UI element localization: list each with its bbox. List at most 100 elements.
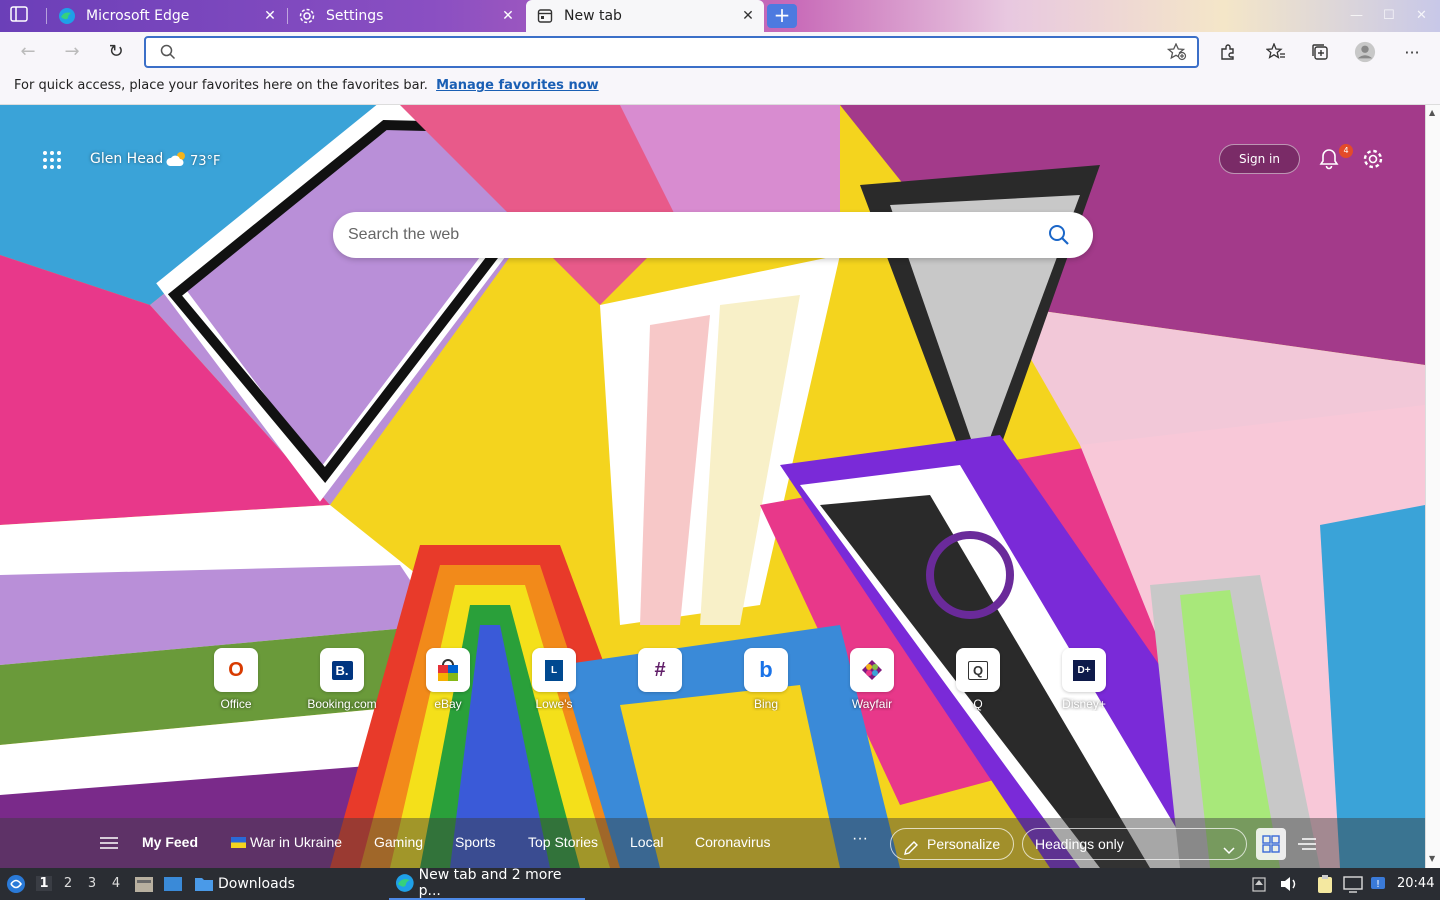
back-button[interactable]: ← [16, 40, 40, 64]
quick-link-disney[interactable]: D+ Disney+ [1039, 648, 1129, 714]
page-settings-gear-icon[interactable] [1362, 148, 1384, 174]
refresh-button[interactable]: ↻ [104, 40, 128, 64]
edge-icon [395, 874, 414, 892]
workspace-4[interactable]: 4 [108, 876, 124, 891]
chevron-down-icon [1222, 837, 1236, 867]
feed-layout-select[interactable]: Headings only [1022, 828, 1247, 860]
arrow-left-icon: ← [20, 41, 36, 62]
clipboard-icon[interactable] [1315, 868, 1335, 900]
tab-microsoft-edge[interactable]: Microsoft Edge ✕ [48, 0, 286, 32]
workspace-1[interactable]: 1 [36, 876, 52, 891]
quick-link-q[interactable]: Q Q [933, 648, 1023, 714]
system-taskbar: 1 2 3 4 Downloads New tab and 2 more p..… [0, 867, 1440, 900]
profile-avatar[interactable] [1354, 41, 1376, 63]
edge-icon [58, 7, 76, 25]
collections-icon[interactable] [1309, 41, 1331, 63]
scroll-down-icon[interactable]: ▼ [1429, 854, 1435, 863]
grid-view-icon [1262, 835, 1280, 853]
distro-logo-icon [7, 875, 25, 893]
feed-tab-top-stories[interactable]: Top Stories [528, 834, 598, 850]
search-icon[interactable] [1047, 223, 1071, 251]
quick-link-bing[interactable]: b Bing [721, 648, 811, 714]
feed-tab-gaming[interactable]: Gaming [374, 834, 423, 850]
desktop-launcher[interactable] [163, 868, 183, 900]
list-view-icon [1298, 838, 1316, 850]
more-options-icon[interactable]: ··· [1401, 41, 1423, 63]
apps-launcher-icon[interactable] [42, 150, 62, 174]
file-manager-launcher[interactable] [134, 868, 154, 900]
favorites-bar: For quick access, place your favorites h… [0, 72, 1440, 105]
manage-favorites-link[interactable]: Manage favorites now [436, 78, 599, 93]
tray-keyboard-icon[interactable] [1252, 868, 1266, 900]
quick-link-label: Q [973, 697, 983, 711]
quick-link-office[interactable]: O Office [191, 648, 281, 714]
feed-navigation-bar: My Feed War in Ukraine Gaming Sports Top… [0, 818, 1425, 868]
personalize-label: Personalize [927, 836, 1001, 852]
ukraine-flag-icon [231, 837, 246, 848]
maximize-icon[interactable]: ☐ [1383, 8, 1395, 23]
notifications-bell-icon[interactable] [1318, 148, 1340, 174]
quick-link-label: Bing [753, 697, 779, 711]
web-search-input[interactable] [348, 222, 1028, 248]
quick-link-ebay[interactable]: eBay [403, 648, 493, 714]
extensions-icon[interactable] [1217, 41, 1239, 63]
forward-button[interactable]: → [60, 40, 84, 64]
quick-link-wayfair[interactable]: Wayfair [827, 648, 917, 714]
feed-tab-war-in-ukraine[interactable]: War in Ukraine [231, 834, 342, 850]
weather-widget[interactable]: 73°F [166, 150, 221, 172]
volume-icon[interactable] [1279, 868, 1299, 900]
tab-actions-menu-button[interactable] [10, 6, 38, 26]
quick-links: O Office B. Booking.com eBay L Lowe's # … [0, 648, 1425, 718]
wayfair-icon [850, 648, 894, 692]
office-icon: O [214, 648, 258, 692]
close-tab-icon[interactable]: ✕ [740, 8, 756, 24]
minimize-icon[interactable]: — [1350, 8, 1363, 23]
clock: 20:44 [1397, 876, 1435, 891]
avatar-icon [1354, 41, 1376, 63]
personalize-button[interactable]: Personalize [890, 828, 1014, 860]
taskbar-downloads-folder[interactable]: Downloads [194, 868, 295, 900]
search-icon [160, 44, 176, 64]
feed-tab-coronavirus[interactable]: Coronavirus [695, 834, 770, 850]
lowes-icon: L [532, 648, 576, 692]
page-scrollbar[interactable]: ▲ ▼ [1425, 105, 1440, 868]
tab-title: Microsoft Edge [86, 8, 190, 24]
list-view-button[interactable] [1292, 828, 1322, 860]
tab-settings[interactable]: Settings ✕ [288, 0, 524, 32]
display-icon[interactable] [1343, 868, 1363, 900]
browser-toolbar: ← → ↻ ··· [0, 32, 1440, 72]
workspace-2[interactable]: 2 [60, 876, 76, 891]
feed-tab-sports[interactable]: Sports [455, 834, 495, 850]
close-tab-icon[interactable]: ✕ [262, 8, 278, 24]
feed-tab-local[interactable]: Local [630, 834, 663, 850]
close-tab-icon[interactable]: ✕ [500, 8, 516, 24]
notification-count-badge: 4 [1339, 144, 1353, 158]
favorites-bar-message: For quick access, place your favorites h… [14, 78, 428, 93]
task-label: New tab and 2 more p... [418, 867, 562, 899]
user-name: Glen Head [90, 151, 164, 167]
address-input[interactable] [182, 40, 1142, 64]
quick-link-slack[interactable]: # [615, 648, 705, 714]
new-tab-button[interactable]: + [767, 4, 797, 28]
cloud-sun-icon [166, 150, 190, 172]
favorites-icon[interactable] [1265, 41, 1287, 63]
grid-view-button[interactable] [1256, 828, 1286, 860]
sign-in-button[interactable]: Sign in [1219, 144, 1300, 174]
start-menu-button[interactable] [6, 868, 26, 900]
quick-link-booking[interactable]: B. Booking.com [297, 648, 387, 714]
close-window-icon[interactable]: ✕ [1416, 8, 1427, 23]
scroll-up-icon[interactable]: ▲ [1429, 108, 1435, 117]
feed-tab-my-feed[interactable]: My Feed [142, 834, 198, 850]
tab-new-tab[interactable]: New tab ✕ [526, 0, 764, 32]
slack-icon: # [638, 648, 682, 692]
taskbar-edge-window[interactable]: New tab and 2 more p... [389, 867, 585, 900]
update-notification-icon[interactable]: ! [1370, 868, 1386, 900]
web-search-box[interactable] [333, 212, 1093, 258]
hamburger-menu-icon[interactable] [100, 836, 118, 855]
address-bar[interactable] [144, 36, 1199, 68]
quick-link-lowes[interactable]: L Lowe's [509, 648, 599, 714]
workspace-3[interactable]: 3 [84, 876, 100, 891]
add-favorite-icon[interactable] [1166, 42, 1187, 65]
more-feed-tabs-button[interactable]: ··· [852, 830, 868, 848]
disney-plus-icon: D+ [1062, 648, 1106, 692]
